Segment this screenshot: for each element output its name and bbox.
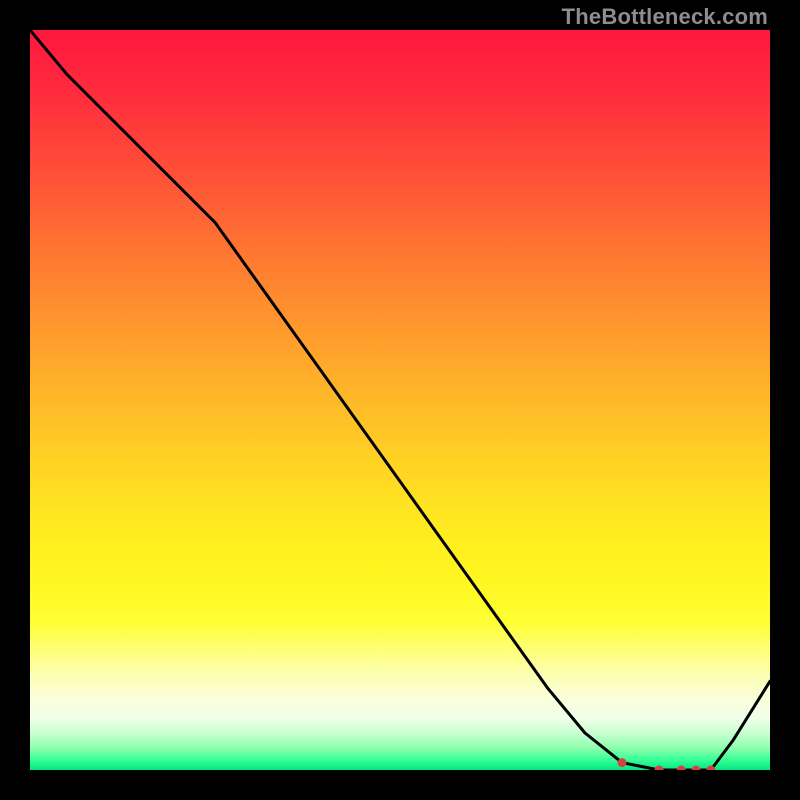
chart-svg: [30, 30, 770, 770]
data-marker: [655, 766, 664, 771]
watermark-text: TheBottleneck.com: [562, 4, 768, 30]
chart-frame: TheBottleneck.com: [0, 0, 800, 800]
plot-area: [30, 30, 770, 770]
data-marker: [618, 758, 627, 767]
data-marker: [692, 766, 701, 771]
data-curve: [30, 30, 770, 770]
data-marker: [677, 766, 686, 771]
